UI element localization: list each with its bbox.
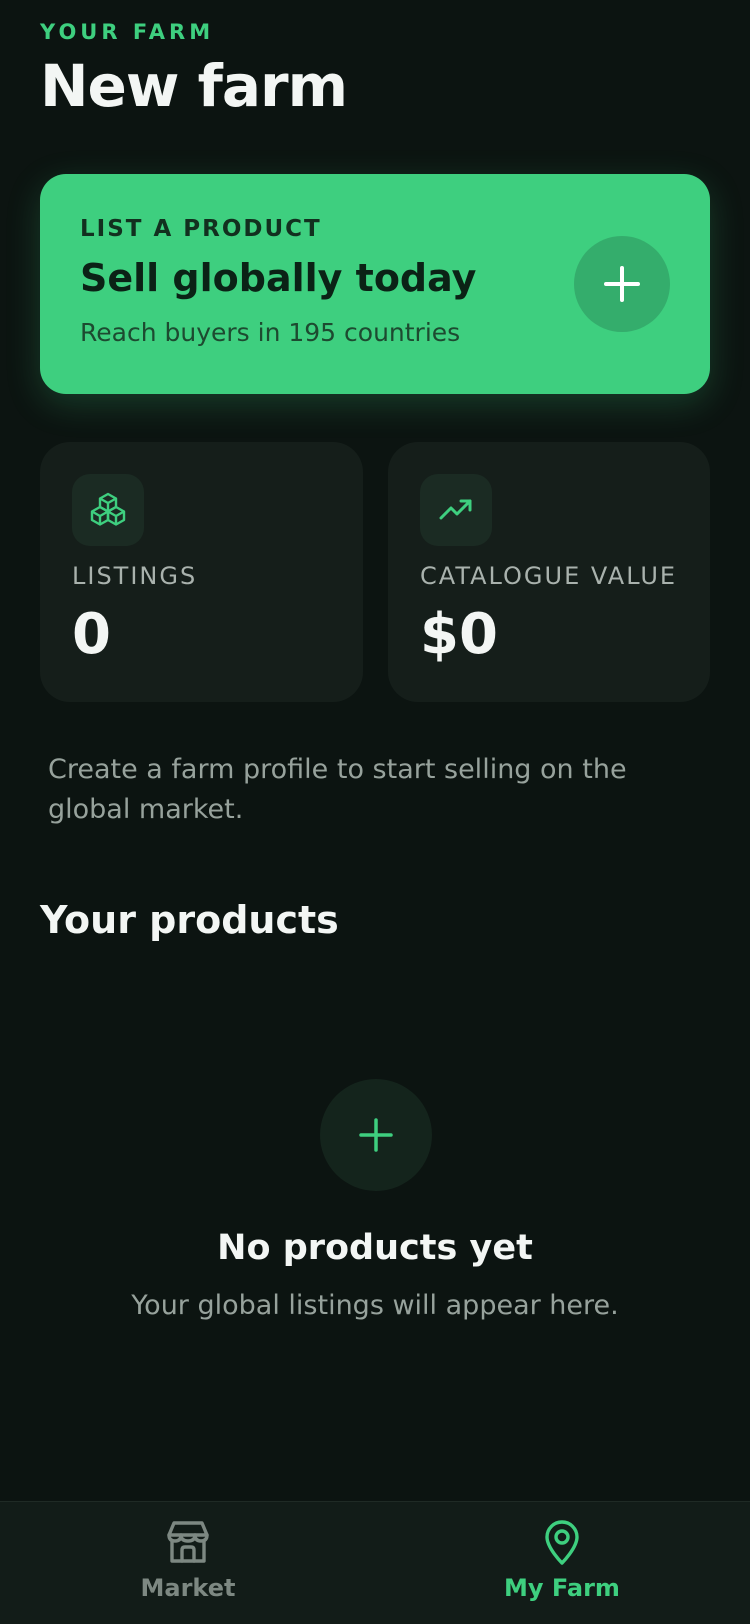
map-pin-icon [545, 1520, 579, 1565]
cubes-icon [90, 492, 126, 526]
list-product-card[interactable]: LIST A PRODUCT Sell globally today Reach… [40, 174, 710, 394]
listings-label: LISTINGS [72, 562, 198, 590]
products-section-title: Your products [40, 898, 339, 942]
catalogue-value-label: CATALOGUE VALUE [420, 562, 678, 590]
catalogue-value-amount: $0 [420, 602, 498, 667]
plus-icon [359, 1118, 393, 1152]
trending-up-icon [439, 499, 472, 520]
nav-item-my-farm[interactable]: My Farm [452, 1518, 672, 1614]
stat-icon-box [420, 474, 492, 546]
listings-stat-card: LISTINGS 0 [40, 442, 363, 702]
hero-title: Sell globally today [80, 256, 477, 300]
empty-state-subtitle: Your global listings will appear here. [131, 1290, 619, 1321]
bottom-nav: Market My Farm [0, 1501, 750, 1624]
empty-add-product-button[interactable] [320, 1079, 432, 1191]
page-eyebrow: YOUR FARM [40, 20, 215, 44]
empty-state-title: No products yet [217, 1228, 533, 1268]
listings-value: 0 [72, 602, 111, 667]
hero-subtitle: Reach buyers in 195 countries [80, 318, 461, 347]
hero-eyebrow: LIST A PRODUCT [80, 216, 322, 242]
stat-icon-box [72, 474, 144, 546]
storefront-icon [167, 1521, 209, 1563]
my-farm-screen: YOUR FARM New farm LIST A PRODUCT Sell g… [0, 0, 750, 1624]
page-title: New farm [40, 52, 348, 120]
nav-item-market[interactable]: Market [78, 1518, 298, 1614]
nav-label-market: Market [140, 1574, 236, 1602]
add-product-button[interactable] [574, 236, 670, 332]
catalogue-value-stat-card: CATALOGUE VALUE $0 [388, 442, 710, 702]
plus-icon [604, 266, 640, 302]
create-profile-hint: Create a farm profile to start selling o… [48, 754, 627, 825]
nav-label-my-farm: My Farm [504, 1574, 620, 1602]
